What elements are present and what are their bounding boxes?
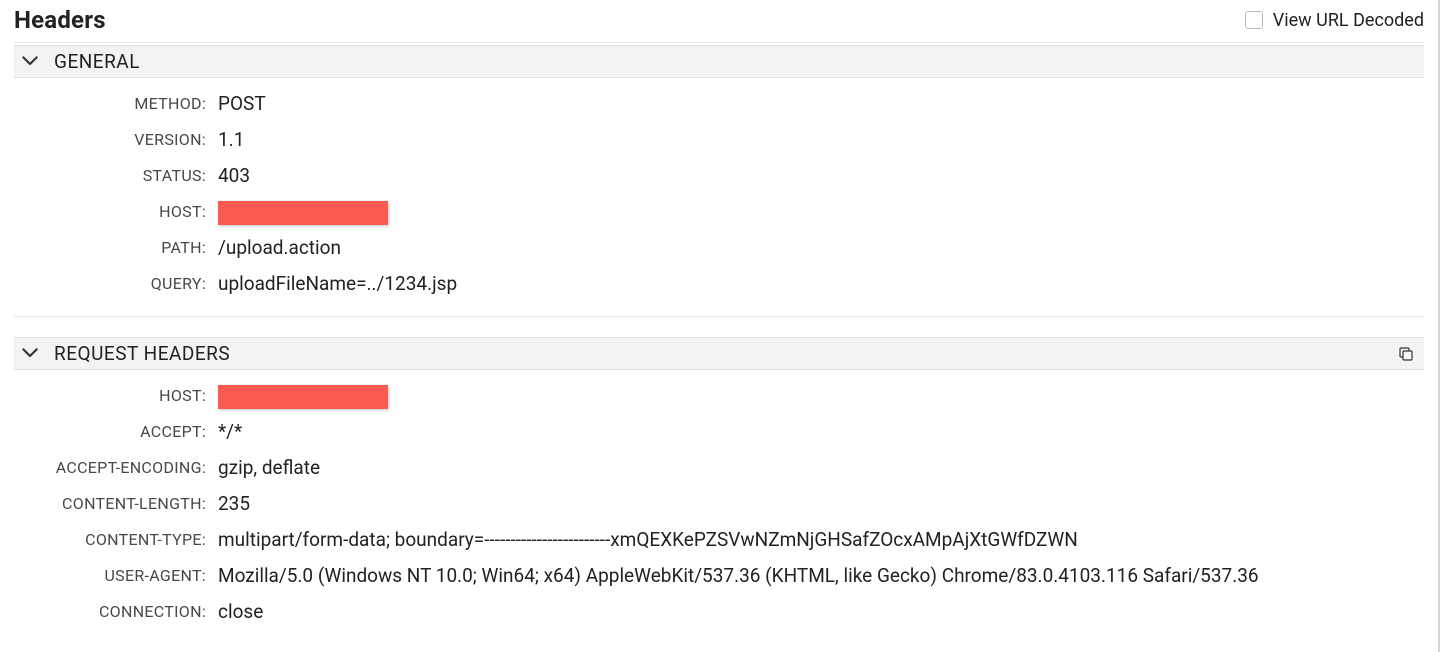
kv-val: 1.1 [214,126,244,154]
section-request-title: REQUEST HEADERS [54,342,230,365]
section-general-title: GENERAL [54,50,140,73]
kv-val: 403 [214,162,250,190]
chevron-down-icon [22,56,38,67]
divider [14,316,1424,317]
kv-key: CONTENT-LENGTH: [14,490,214,518]
page-title: Headers [14,6,106,34]
divider [14,42,1424,43]
kv-val: multipart/form-data; boundary=----------… [214,526,1078,554]
top-row: Headers View URL Decoded [14,4,1424,42]
kv-row-content-type: CONTENT-TYPE: multipart/form-data; bound… [14,522,1424,558]
kv-key: PATH: [14,234,214,262]
kv-row-query: QUERY: uploadFileName=../1234.jsp [14,266,1424,302]
kv-key: QUERY: [14,270,214,298]
view-url-decoded-label: View URL Decoded [1273,10,1424,31]
section-request-body: HOST: ACCEPT: */* ACCEPT-ENCODING: gzip,… [14,370,1424,638]
kv-row-accept: ACCEPT: */* [14,414,1424,450]
kv-key: HOST: [14,382,214,410]
kv-val: POST [214,90,266,118]
kv-val: 235 [214,490,250,518]
checkbox-icon[interactable] [1245,11,1263,29]
kv-row-accept-encoding: ACCEPT-ENCODING: gzip, deflate [14,450,1424,486]
redacted-block [218,385,388,409]
kv-row-user-agent: USER-AGENT: Mozilla/5.0 (Windows NT 10.0… [14,558,1424,594]
kv-key: USER-AGENT: [14,562,214,590]
kv-val: /upload.action [214,234,341,262]
view-url-decoded-toggle[interactable]: View URL Decoded [1245,10,1424,31]
kv-key: METHOD: [14,90,214,118]
kv-row-content-length: CONTENT-LENGTH: 235 [14,486,1424,522]
kv-key: CONNECTION: [14,598,214,626]
kv-row-version: VERSION: 1.1 [14,122,1424,158]
kv-row-path: PATH: /upload.action [14,230,1424,266]
copy-button[interactable] [1394,342,1418,366]
section-general-header[interactable]: GENERAL [14,45,1424,78]
kv-val: Mozilla/5.0 (Windows NT 10.0; Win64; x64… [214,562,1259,590]
chevron-down-icon [22,348,38,359]
kv-val [214,382,388,410]
headers-panel: Headers View URL Decoded GENERAL METHOD:… [0,0,1440,652]
section-request-header[interactable]: REQUEST HEADERS [14,337,1424,370]
kv-key: ACCEPT-ENCODING: [14,454,214,482]
kv-key: STATUS: [14,162,214,190]
kv-key: HOST: [14,198,214,226]
section-general-body: METHOD: POST VERSION: 1.1 STATUS: 403 HO… [14,78,1424,310]
kv-val: gzip, deflate [214,454,320,482]
kv-row-method: METHOD: POST [14,86,1424,122]
kv-val [214,198,388,226]
kv-row-host: HOST: [14,194,1424,230]
redacted-block [218,201,388,225]
kv-key: ACCEPT: [14,418,214,446]
kv-key: CONTENT-TYPE: [14,526,214,554]
kv-row-host2: HOST: [14,378,1424,414]
kv-row-status: STATUS: 403 [14,158,1424,194]
kv-row-connection: CONNECTION: close [14,594,1424,630]
kv-val: close [214,598,263,626]
kv-val: */* [214,418,242,446]
kv-key: VERSION: [14,126,214,154]
kv-val: uploadFileName=../1234.jsp [214,270,457,298]
